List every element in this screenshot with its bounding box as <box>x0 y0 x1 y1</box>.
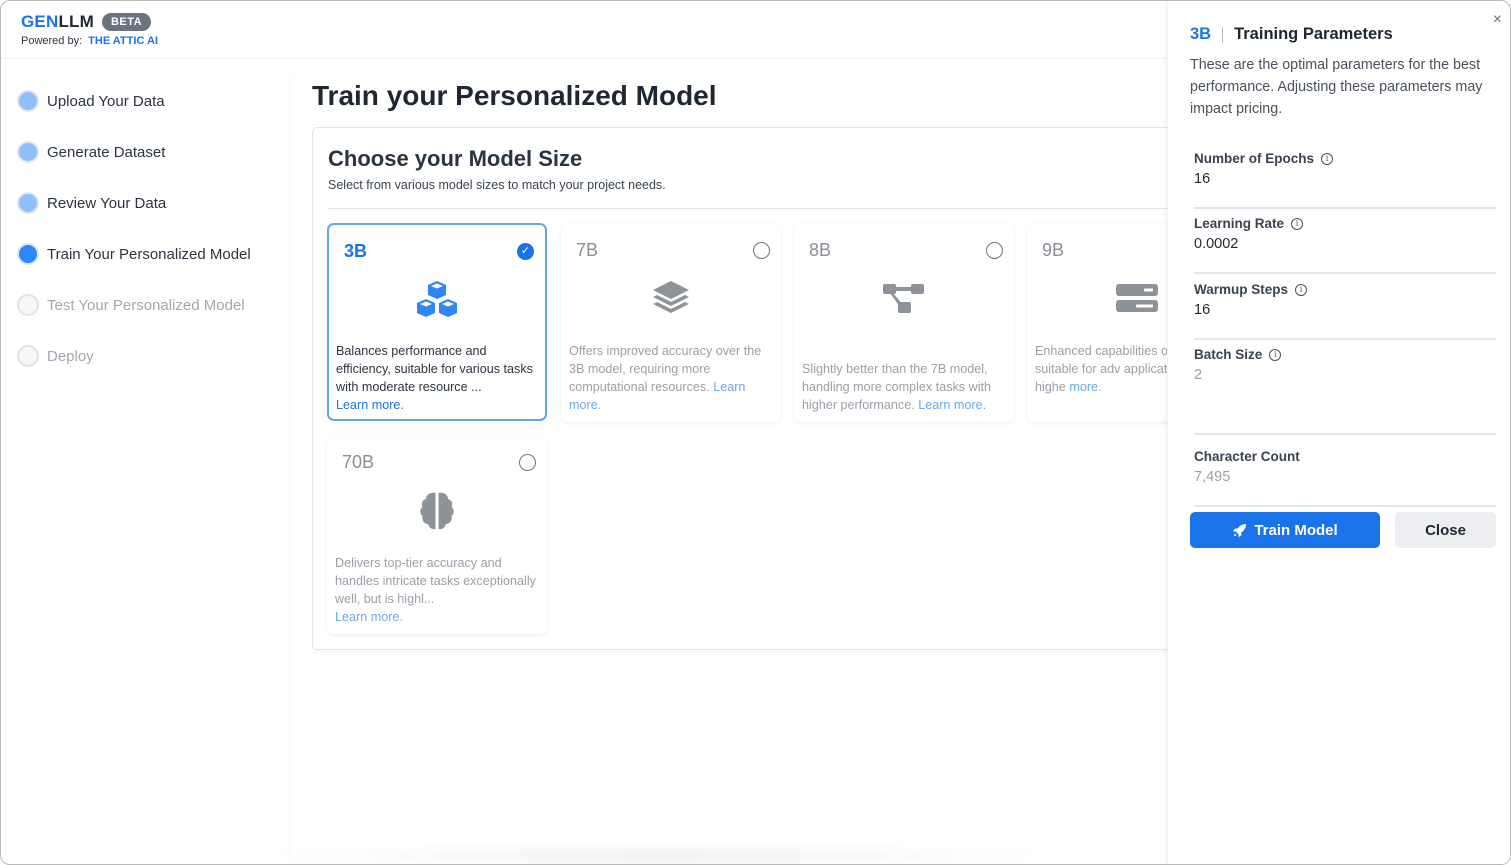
model-description: Offers improved accuracy over the 3B mod… <box>569 342 773 414</box>
info-icon[interactable]: i <box>1321 152 1334 165</box>
step-label: Deploy <box>47 347 94 365</box>
batch-size-input: 2 <box>1194 367 1203 383</box>
model-size-label: 8B <box>809 240 832 260</box>
learn-more-link[interactable]: Learn more. <box>918 398 986 412</box>
model-size-panel: Choose your Model Size Select from vario… <box>312 127 1247 650</box>
field-label: Number of Epochs i <box>1194 151 1496 166</box>
field-label: Warmup Steps i <box>1194 282 1496 297</box>
powered-by: Powered by: THE ATTIC AI <box>21 35 158 47</box>
step-label: Test Your Personalized Model <box>47 296 245 314</box>
step-status-dot <box>17 90 39 112</box>
model-size-label: 9B <box>1042 240 1065 260</box>
step-status-dot <box>17 243 39 265</box>
server-icon <box>1116 284 1158 312</box>
logo-llm: LLM <box>58 12 94 31</box>
model-card-7b[interactable]: 7B Offers improved accuracy over the 3B … <box>561 224 781 422</box>
training-parameters-drawer: × 3B Training Parameters These are the o… <box>1167 1 1510 864</box>
divider <box>328 208 1211 209</box>
panel-title: Choose your Model Size <box>328 146 583 171</box>
title-separator <box>1222 26 1224 43</box>
decorative-shadow <box>251 841 1071 864</box>
step-label: Train Your Personalized Model <box>47 245 251 263</box>
close-button[interactable]: Close <box>1395 512 1496 548</box>
step-upload-your-data[interactable]: Upload Your Data <box>17 90 165 112</box>
powered-by-label: Powered by: <box>21 35 83 47</box>
step-review-your-data[interactable]: Review Your Data <box>17 192 166 214</box>
model-size-label: 7B <box>576 240 599 260</box>
model-description: Delivers top-tier accuracy and handles i… <box>335 554 539 626</box>
learn-more-link[interactable]: more. <box>1069 380 1101 394</box>
main-content: Train your Personalized Model Choose you… <box>291 60 1247 864</box>
selected-model-size: 3B <box>1190 25 1212 43</box>
model-description: Slightly better than the 7B model, handl… <box>802 360 1006 414</box>
field-label-text: Batch Size <box>1194 347 1263 362</box>
model-card-8b[interactable]: 8B Slightly better than the 7B model, ha… <box>794 224 1014 422</box>
layer-stack-icon <box>653 281 689 313</box>
description-text: Balances performance and efficiency, sui… <box>336 344 533 394</box>
learn-more-link[interactable]: Learn more. <box>336 398 404 412</box>
page-title: Train your Personalized Model <box>312 80 717 111</box>
close-icon[interactable]: × <box>1493 11 1502 29</box>
train-model-button[interactable]: Train Model <box>1190 512 1380 548</box>
logo: GEN LLM BETA <box>21 12 152 32</box>
warmup-steps-input[interactable]: 16 <box>1194 302 1496 318</box>
train-model-label: Train Model <box>1254 521 1338 539</box>
field-label: Character Count <box>1194 449 1496 464</box>
step-status-dot <box>17 345 39 367</box>
diagram-nodes-icon <box>883 284 924 313</box>
model-size-label: 3B <box>344 241 368 261</box>
sidebar-steps: Upload Your Data Generate Dataset Review… <box>1 60 291 864</box>
selected-check-icon[interactable]: ✓ <box>517 243 534 260</box>
field-batch-size: Batch Size i 2 <box>1194 347 1496 435</box>
rocket-icon <box>1233 523 1247 537</box>
model-description: Balances performance and efficiency, sui… <box>336 342 537 414</box>
field-label-text: Warmup Steps <box>1194 282 1289 297</box>
field-learning-rate: Learning Rate i 0.0002 <box>1194 216 1496 274</box>
model-card-3b[interactable]: 3B ✓ Balances performance and efficiency… <box>327 223 547 421</box>
field-label-text: Character Count <box>1194 449 1300 464</box>
brain-icon <box>420 492 454 530</box>
radio-button[interactable] <box>986 242 1003 259</box>
app-header: GEN LLM BETA Powered by: THE ATTIC AI <box>1 1 1167 59</box>
radio-button[interactable] <box>519 454 536 471</box>
panel-subtitle: Select from various model sizes to match… <box>328 178 666 192</box>
logo-gen: GEN <box>21 12 59 31</box>
step-train-model[interactable]: Train Your Personalized Model <box>17 243 251 265</box>
cubes-icon <box>417 281 457 317</box>
info-icon[interactable]: i <box>1269 348 1282 361</box>
step-label: Review Your Data <box>47 194 167 212</box>
field-warmup-steps: Warmup Steps i 16 <box>1194 282 1496 340</box>
step-deploy[interactable]: Deploy <box>17 345 94 367</box>
step-label: Generate Dataset <box>47 143 166 161</box>
character-count-value: 7,495 <box>1194 469 1231 485</box>
step-generate-dataset[interactable]: Generate Dataset <box>17 141 165 163</box>
field-character-count: Character Count 7,495 <box>1194 449 1496 507</box>
step-status-dot <box>17 294 39 316</box>
app-window: GEN LLM BETA Powered by: THE ATTIC AI Uplo… <box>0 0 1511 865</box>
step-status-dot <box>17 141 39 163</box>
epochs-input[interactable]: 16 <box>1194 171 1496 187</box>
learning-rate-input[interactable]: 0.0002 <box>1194 236 1496 252</box>
drawer-description: These are the optimal parameters for the… <box>1190 57 1483 117</box>
model-size-label: 70B <box>342 452 375 472</box>
field-number-of-epochs: Number of Epochs i 16 <box>1194 151 1496 209</box>
field-label: Learning Rate i <box>1194 216 1496 231</box>
beta-badge: BETA <box>101 13 152 31</box>
radio-button[interactable] <box>753 242 770 259</box>
info-icon[interactable]: i <box>1295 283 1308 296</box>
info-icon[interactable]: i <box>1291 217 1304 230</box>
field-label: Batch Size i <box>1194 347 1496 362</box>
model-card-70b[interactable]: 70B Delivers top-tier accuracy and handl… <box>327 436 547 634</box>
description-text: Delivers top-tier accuracy and handles i… <box>335 556 536 606</box>
powered-by-brand: THE ATTIC AI <box>88 35 159 47</box>
drawer-title: 3B Training Parameters <box>1190 25 1393 44</box>
learn-more-link[interactable]: Learn more. <box>335 610 403 624</box>
step-test-model[interactable]: Test Your Personalized Model <box>17 294 245 316</box>
drawer-title-text: Training Parameters <box>1234 25 1393 43</box>
step-label: Upload Your Data <box>47 92 165 110</box>
field-label-text: Number of Epochs <box>1194 151 1315 166</box>
field-label-text: Learning Rate <box>1194 216 1285 231</box>
step-status-dot <box>17 192 39 214</box>
